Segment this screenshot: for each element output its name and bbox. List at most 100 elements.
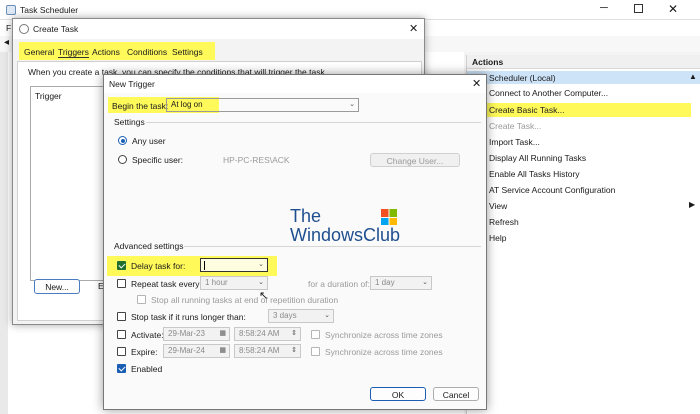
collapse-icon[interactable]: ▲	[689, 72, 697, 81]
expire-time[interactable]: 8:58:24 AM ⇕	[234, 344, 301, 358]
repeat-value: 1 hour	[205, 278, 228, 287]
change-user-button[interactable]: Change User...	[370, 153, 460, 167]
tab-actions[interactable]: Actions	[92, 47, 120, 57]
activate-sync-label: Synchronize across time zones	[325, 330, 443, 340]
action-view[interactable]: View	[489, 201, 507, 211]
activate-checkbox[interactable]	[117, 330, 126, 339]
chevron-down-icon: ⌄	[258, 261, 264, 268]
actions-section-label: Scheduler (Local)	[489, 73, 556, 83]
expire-sync-checkbox[interactable]	[311, 347, 320, 356]
advanced-group-label: Advanced settings	[114, 241, 184, 251]
expire-sync-label: Synchronize across time zones	[325, 347, 443, 357]
actions-header: Actions	[467, 55, 700, 69]
expire-date-value: 29-Mar-24	[168, 346, 205, 355]
activate-date-value: 29-Mar-23	[168, 329, 205, 338]
new-trigger-title: New Trigger	[109, 79, 155, 89]
action-refresh[interactable]: Refresh	[489, 217, 519, 227]
calendar-icon: ▦	[219, 347, 226, 354]
back-icon[interactable]: ◂	[4, 37, 9, 48]
chevron-down-icon: ⌄	[258, 279, 264, 286]
triggers-list[interactable]: Trigger	[30, 86, 110, 281]
settings-group-label: Settings	[114, 117, 145, 127]
tab-general[interactable]: General	[24, 47, 54, 57]
specific-user-label: Specific user:	[132, 155, 184, 165]
stop-longer-select[interactable]: 3 days ⌄	[268, 309, 334, 323]
duration-select[interactable]: 1 day ⌄	[370, 276, 432, 290]
specific-user-radio[interactable]	[118, 155, 127, 164]
action-import-task[interactable]: Import Task...	[489, 137, 540, 147]
minimize-icon[interactable]: ─	[600, 2, 608, 14]
stop-longer-checkbox[interactable]	[117, 312, 126, 321]
chevron-down-icon: ⌄	[324, 312, 330, 319]
action-display-running[interactable]: Display All Running Tasks	[489, 153, 586, 163]
menu-file[interactable]: F	[6, 23, 11, 33]
activate-time[interactable]: 8:58:24 AM ⇕	[234, 327, 301, 341]
enabled-label: Enabled	[131, 364, 163, 374]
enabled-checkbox[interactable]	[117, 364, 126, 373]
spinner-icon: ⇕	[291, 347, 297, 354]
tab-conditions[interactable]: Conditions	[127, 47, 167, 57]
view-submenu-icon: ▶	[689, 200, 696, 209]
advanced-divider	[184, 246, 481, 247]
close-icon[interactable]: ✕	[668, 2, 678, 16]
chevron-down-icon: ⌄	[349, 101, 355, 108]
expire-date[interactable]: 29-Mar-24 ▦	[163, 344, 230, 358]
window-title: Task Scheduler	[20, 5, 79, 15]
any-user-radio[interactable]	[118, 136, 127, 145]
expire-label: Expire:	[131, 347, 158, 357]
repeat-select[interactable]: 1 hour ⌄	[200, 276, 268, 290]
repeat-checkbox[interactable]	[117, 279, 126, 288]
repeat-label: Repeat task every:	[131, 279, 202, 289]
duration-value: 1 day	[375, 278, 395, 287]
action-create-task[interactable]: Create Task...	[489, 121, 541, 131]
delay-input[interactable]: ⌄	[200, 258, 268, 272]
tab-settings[interactable]: Settings	[172, 47, 203, 57]
action-connect[interactable]: Connect to Another Computer...	[489, 88, 608, 98]
maximize-icon[interactable]	[634, 4, 643, 13]
expire-checkbox[interactable]	[117, 347, 126, 356]
begin-task-value: At log on	[171, 100, 203, 109]
calendar-icon: ▦	[219, 330, 226, 337]
begin-task-label: Begin the task:	[112, 101, 169, 111]
activate-date[interactable]: 29-Mar-23 ▦	[163, 327, 230, 341]
activate-label: Activate:	[131, 330, 164, 340]
chevron-down-icon: ⌄	[422, 279, 428, 286]
watermark-line2: WindowsClub	[290, 225, 401, 245]
column-trigger[interactable]: Trigger	[35, 91, 62, 101]
delay-label: Delay task for:	[131, 261, 186, 271]
ok-button[interactable]: OK	[370, 387, 426, 401]
title-bar: Task Scheduler ─ ✕	[0, 0, 700, 20]
app-icon	[6, 5, 16, 15]
stop-longer-value: 3 days	[273, 311, 297, 320]
action-help[interactable]: Help	[489, 233, 506, 243]
spinner-icon: ⇕	[291, 330, 297, 337]
new-trigger-button[interactable]: New...	[34, 279, 80, 294]
windows-logo-icon-bottom	[381, 217, 397, 225]
text-cursor	[204, 261, 205, 270]
action-enable-history[interactable]: Enable All Tasks History	[489, 169, 580, 179]
actions-panel: Actions Scheduler (Local) ▲ Connect to A…	[466, 55, 700, 414]
actions-header-label: Actions	[472, 57, 504, 67]
stop-running-checkbox[interactable]	[137, 295, 146, 304]
create-task-close-icon[interactable]: ✕	[409, 22, 418, 35]
activate-sync-checkbox[interactable]	[311, 330, 320, 339]
cancel-button[interactable]: Cancel	[433, 387, 479, 401]
create-task-titlebar: Create Task ✕	[13, 19, 424, 39]
tab-triggers[interactable]: Triggers	[58, 47, 89, 58]
stop-longer-label: Stop task if it runs longer than:	[131, 312, 246, 322]
create-task-title: Create Task	[33, 24, 79, 34]
begin-task-select[interactable]: At log on ⌄	[166, 98, 359, 112]
stop-running-label: Stop all running tasks at end of repetit…	[151, 295, 339, 305]
clock-icon	[19, 24, 29, 34]
new-trigger-dialog: New Trigger ✕ Begin the task: At log on …	[103, 74, 487, 410]
expire-time-value: 8:58:24 AM	[239, 346, 280, 355]
actions-section[interactable]: Scheduler (Local) ▲	[467, 71, 700, 84]
any-user-label: Any user	[132, 136, 166, 146]
new-trigger-close-icon[interactable]: ✕	[472, 77, 481, 90]
delay-checkbox[interactable]	[117, 261, 126, 270]
duration-label: for a duration of:	[308, 279, 370, 289]
settings-divider	[146, 122, 481, 123]
action-create-basic-task[interactable]: Create Basic Task...	[489, 105, 564, 115]
action-at-service[interactable]: AT Service Account Configuration	[489, 185, 615, 195]
new-trigger-titlebar: New Trigger ✕	[104, 75, 486, 93]
